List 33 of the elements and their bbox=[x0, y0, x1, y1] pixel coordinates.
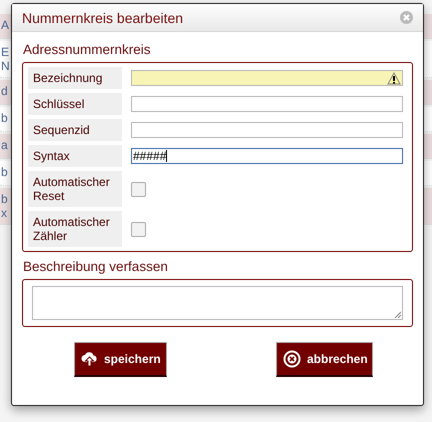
field-label: Automatischer Zähler bbox=[28, 211, 122, 247]
input-field[interactable] bbox=[131, 96, 403, 112]
section-title: Adressnummernkreis bbox=[23, 42, 152, 57]
cancel-button[interactable]: abbrechen bbox=[276, 342, 373, 377]
background-text: x bbox=[1, 206, 7, 220]
section-title: Beschreibung verfassen bbox=[23, 259, 169, 274]
background-text: b bbox=[1, 165, 8, 179]
field-value: ##### bbox=[133, 149, 166, 163]
close-icon[interactable] bbox=[400, 11, 413, 24]
background-text: d bbox=[1, 84, 8, 98]
background-text: N bbox=[1, 59, 10, 73]
field-label: Bezeichnung bbox=[28, 67, 122, 89]
dialog-title: Nummernkreis bearbeiten bbox=[22, 10, 184, 26]
input-field[interactable] bbox=[131, 122, 403, 138]
background-text: A bbox=[1, 18, 10, 32]
input-field[interactable] bbox=[131, 70, 403, 86]
field-label: Syntax bbox=[28, 145, 122, 167]
resize-handle-icon[interactable] bbox=[394, 311, 401, 318]
checkbox[interactable] bbox=[131, 222, 146, 236]
checkbox[interactable] bbox=[131, 182, 146, 196]
input-field[interactable]: ##### bbox=[131, 148, 403, 164]
save-button[interactable]: speichern bbox=[74, 342, 167, 377]
warning-icon bbox=[387, 72, 401, 84]
cloud-upload-icon bbox=[81, 351, 98, 367]
field-label: Schlüssel bbox=[28, 93, 122, 115]
background-text: a bbox=[1, 138, 8, 152]
field-label: Sequenzid bbox=[28, 119, 122, 141]
description-field[interactable] bbox=[32, 286, 403, 320]
background-text: b bbox=[1, 111, 8, 125]
field-label: Automatischer Reset bbox=[28, 171, 122, 207]
close-icon bbox=[283, 350, 301, 368]
background-text: E bbox=[1, 45, 10, 59]
background-text: b bbox=[1, 192, 8, 206]
